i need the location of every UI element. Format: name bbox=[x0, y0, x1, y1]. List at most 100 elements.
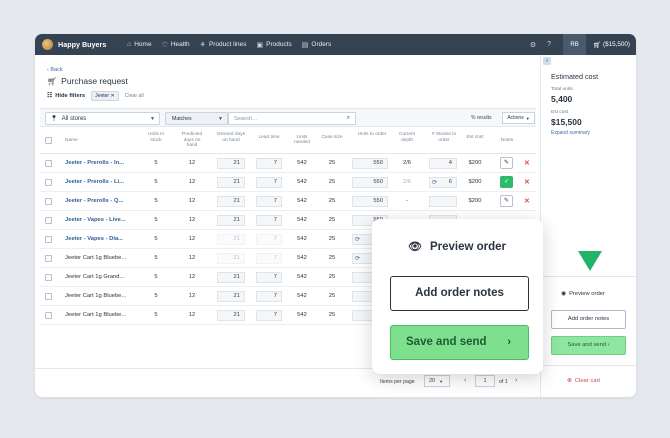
next-page-icon[interactable]: › bbox=[515, 377, 517, 384]
units-in-stock: 5 bbox=[154, 198, 158, 204]
match-select[interactable]: Matches ▼ bbox=[165, 112, 228, 125]
row-checkbox[interactable] bbox=[45, 236, 52, 243]
sidebar-save-send-button[interactable]: Save and send › bbox=[551, 336, 626, 355]
hide-filters-button[interactable]: ☷ Hide filters bbox=[47, 93, 85, 99]
desired-days-input[interactable]: 21 bbox=[217, 158, 245, 169]
column-header-case-size[interactable]: Case size bbox=[321, 135, 343, 141]
preview-order-button[interactable]: 👁︎ Preview order bbox=[408, 240, 506, 254]
table-row[interactable]: Jeeter - Prerolls - Q... 5 12 21 7 542 25 550 - $… bbox=[40, 192, 536, 211]
table-row[interactable]: Jeeter - Prerolls - In... 5 12 21 7 542 25 550 2… bbox=[40, 154, 536, 173]
column-header-name[interactable]: Name bbox=[65, 138, 105, 144]
row-checkbox[interactable] bbox=[45, 293, 52, 300]
product-name-link[interactable]: Jeeter - Prerolls - Li... bbox=[65, 179, 143, 185]
column-header-units-to-order[interactable]: Units to order bbox=[352, 132, 392, 138]
column-header-notes[interactable]: Notes bbox=[496, 138, 518, 144]
search-icon[interactable]: ⌕ bbox=[347, 115, 350, 122]
store-select[interactable]: 📍︎ All stores ▼ bbox=[45, 112, 160, 125]
clear-cart-button[interactable]: ⊗ Clear cart bbox=[567, 378, 600, 384]
product-name-link[interactable]: Jeeter - Vapes - Dia... bbox=[65, 236, 143, 242]
settings-gear-icon[interactable]: ⚙ bbox=[525, 41, 541, 49]
back-link[interactable]: ‹ Back bbox=[47, 67, 63, 73]
delete-x-icon[interactable]: ✕ bbox=[524, 197, 530, 205]
column-header-units-in-stock[interactable]: Units in stock bbox=[144, 132, 168, 143]
sync-icon[interactable]: ⟳ bbox=[355, 255, 360, 264]
strains-to-order-input[interactable] bbox=[429, 196, 457, 207]
desired-days-input[interactable]: 21 bbox=[217, 215, 245, 226]
column-header-est-cost[interactable]: Est cost bbox=[463, 135, 487, 141]
desired-days-input[interactable]: 21 bbox=[217, 196, 245, 207]
desired-days-input[interactable]: 21 bbox=[217, 177, 245, 188]
product-name: Jeeter Cart 1g Bluebe... bbox=[65, 255, 127, 261]
save-and-send-button[interactable]: Save and send › bbox=[390, 325, 529, 360]
units-to-order-input[interactable]: 550 bbox=[352, 177, 388, 188]
sync-icon[interactable]: ⟳ bbox=[355, 236, 360, 245]
est-cost: $200 bbox=[468, 179, 482, 185]
row-checkbox[interactable] bbox=[45, 160, 52, 167]
column-header-strains-to-order[interactable]: # Strains to order bbox=[429, 132, 459, 143]
sidebar-add-notes-button[interactable]: Add order notes bbox=[551, 310, 626, 329]
check-icon[interactable]: ✓ bbox=[500, 176, 513, 188]
desired-days-input[interactable]: 21 bbox=[217, 253, 245, 264]
units-needed: 542 bbox=[297, 236, 307, 242]
actions-dropdown[interactable]: Actions ▼ bbox=[502, 112, 535, 124]
clear-all-link[interactable]: Clear all bbox=[125, 93, 144, 99]
column-header-lead-time[interactable]: Lead time bbox=[256, 135, 282, 141]
add-order-notes-button[interactable]: Add order notes bbox=[390, 276, 529, 311]
sync-icon[interactable]: ⟳ bbox=[432, 179, 437, 188]
close-icon[interactable]: ✕ bbox=[110, 93, 114, 99]
strains-to-order-input[interactable]: 6 ⟳ bbox=[429, 177, 457, 188]
column-header-current-depth[interactable]: Current depth bbox=[394, 132, 420, 143]
column-header-desired-days-on-hand[interactable]: Desired days on hand bbox=[217, 132, 245, 143]
desired-days-input[interactable]: 21 bbox=[217, 310, 245, 321]
lead-time-input[interactable]: 7 bbox=[256, 234, 282, 245]
page-number-input[interactable]: 1 bbox=[475, 375, 495, 387]
nav-item-health[interactable]: ♡ Health bbox=[162, 41, 190, 49]
lead-time-input[interactable]: 7 bbox=[256, 272, 282, 283]
cart-button[interactable]: 🛒︎ ($15,500) bbox=[586, 41, 636, 49]
nav-item-product-lines[interactable]: ⚘ Product lines bbox=[200, 41, 247, 49]
lead-time-input[interactable]: 7 bbox=[256, 196, 282, 207]
delete-x-icon[interactable]: ✕ bbox=[524, 178, 530, 186]
sidebar-preview-order-button[interactable]: ◉ Preview order bbox=[561, 291, 605, 297]
desired-days-input[interactable]: 21 bbox=[217, 272, 245, 283]
lead-time-input[interactable]: 7 bbox=[256, 215, 282, 226]
desired-days-input[interactable]: 21 bbox=[217, 291, 245, 302]
table-row[interactable]: Jeeter - Prerolls - Li... 5 12 21 7 542 25 550 2… bbox=[40, 173, 536, 192]
lead-time-input[interactable]: 7 bbox=[256, 177, 282, 188]
filter-chip[interactable]: Jeeter ✕ bbox=[91, 91, 119, 101]
delete-x-icon[interactable]: ✕ bbox=[524, 159, 530, 167]
product-name-link[interactable]: Jeeter - Prerolls - Q... bbox=[65, 198, 143, 204]
select-all-checkbox[interactable] bbox=[45, 137, 52, 144]
nav-item-home[interactable]: ⌂ Home bbox=[127, 41, 152, 49]
row-checkbox[interactable] bbox=[45, 274, 52, 281]
lead-time-input[interactable]: 7 bbox=[256, 310, 282, 321]
row-checkbox[interactable] bbox=[45, 312, 52, 319]
prev-page-icon[interactable]: ‹ bbox=[464, 377, 466, 384]
product-name-link[interactable]: Jeeter - Prerolls - In... bbox=[65, 160, 143, 166]
brand-logo[interactable]: Happy Buyers bbox=[35, 39, 127, 50]
avatar[interactable]: RB bbox=[563, 34, 587, 55]
desired-days-input[interactable]: 21 bbox=[217, 234, 245, 245]
lead-time-input[interactable]: 7 bbox=[256, 158, 282, 169]
expand-summary-link[interactable]: Expand summary bbox=[551, 130, 590, 136]
nav-item-orders[interactable]: ▤ Orders bbox=[302, 41, 332, 49]
row-checkbox[interactable] bbox=[45, 217, 52, 224]
edit-pencil-icon[interactable]: ✎ bbox=[500, 195, 513, 207]
column-header-units-needed[interactable]: Units needed bbox=[290, 135, 314, 146]
search-input[interactable]: Search... ⌕ bbox=[228, 112, 356, 125]
help-icon[interactable]: ? bbox=[541, 41, 557, 48]
row-checkbox[interactable] bbox=[45, 255, 52, 262]
lead-time-input[interactable]: 7 bbox=[256, 253, 282, 264]
items-per-page-select[interactable]: 20 ▼ bbox=[424, 375, 450, 387]
units-to-order-input[interactable]: 550 bbox=[352, 196, 388, 207]
nav-item-products[interactable]: ▣ Products bbox=[257, 41, 292, 49]
product-name-link[interactable]: Jeeter - Vapes - Live... bbox=[65, 217, 143, 223]
strains-to-order-input[interactable]: 4 bbox=[429, 158, 457, 169]
column-header-predicted-days-on-hand[interactable]: Predicted days on hand bbox=[178, 132, 206, 149]
collapse-sidebar-icon[interactable]: « bbox=[543, 57, 551, 65]
row-checkbox[interactable] bbox=[45, 198, 52, 205]
lead-time-input[interactable]: 7 bbox=[256, 291, 282, 302]
row-checkbox[interactable] bbox=[45, 179, 52, 186]
edit-pencil-icon[interactable]: ✎ bbox=[500, 157, 513, 169]
units-to-order-input[interactable]: 550 bbox=[352, 158, 388, 169]
